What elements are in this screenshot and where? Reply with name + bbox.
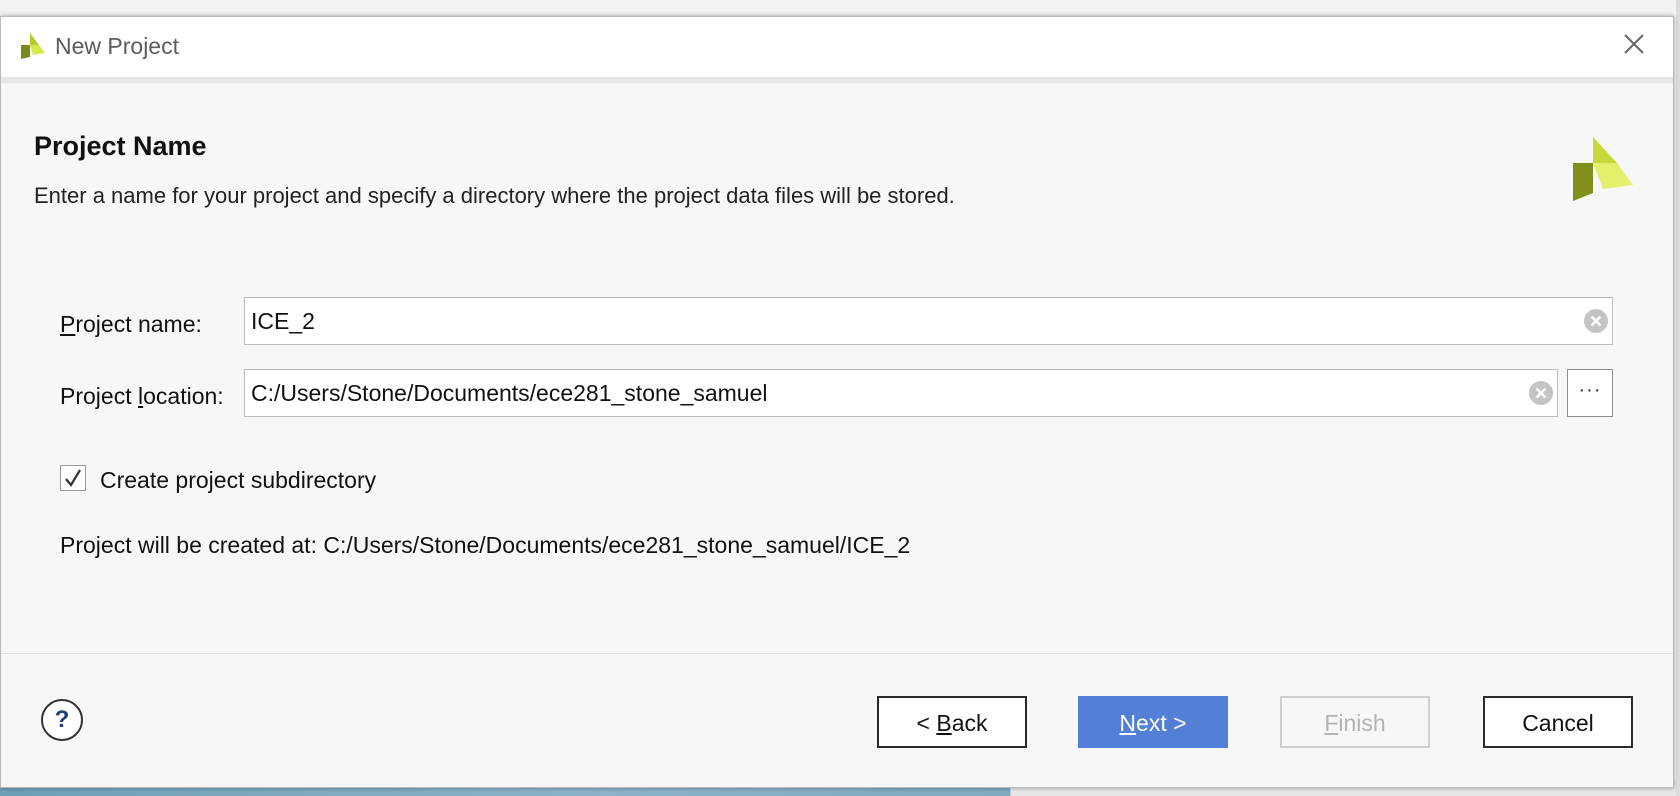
vivado-logo-icon (1573, 137, 1633, 201)
create-subdirectory-checkbox[interactable] (60, 465, 86, 491)
clear-circle-icon[interactable] (1583, 308, 1609, 334)
next-button[interactable]: Next > (1078, 696, 1228, 748)
project-location-input[interactable] (244, 369, 1558, 417)
window-title: New Project (55, 33, 179, 59)
page-title: Project Name (34, 131, 207, 161)
project-location-label: Project location: (60, 383, 224, 409)
help-icon: ? (54, 706, 70, 733)
cancel-button[interactable]: Cancel (1483, 696, 1633, 748)
project-path-summary: Project will be created at: C:/Users/Sto… (60, 532, 911, 558)
page-description: Enter a name for your project and specif… (34, 183, 955, 208)
checkmark-icon (65, 469, 81, 487)
project-name-label: Project name: (60, 311, 202, 337)
help-button[interactable]: ? (41, 699, 83, 741)
vivado-logo-icon (21, 33, 45, 59)
create-subdirectory-label[interactable]: Create project subdirectory (100, 467, 376, 494)
finish-button[interactable]: Finish (1280, 696, 1430, 748)
browse-location-button[interactable]: ··· (1567, 369, 1613, 417)
back-button[interactable]: < Back (877, 696, 1027, 748)
close-icon[interactable] (1617, 27, 1651, 61)
footer-divider (1, 653, 1673, 654)
project-name-input[interactable] (244, 297, 1613, 345)
clear-circle-icon[interactable] (1528, 380, 1554, 406)
background-app-edge (1676, 0, 1680, 796)
new-project-dialog: New Project Project Name Enter a name fo… (0, 16, 1674, 788)
title-bar: New Project (1, 17, 1673, 83)
